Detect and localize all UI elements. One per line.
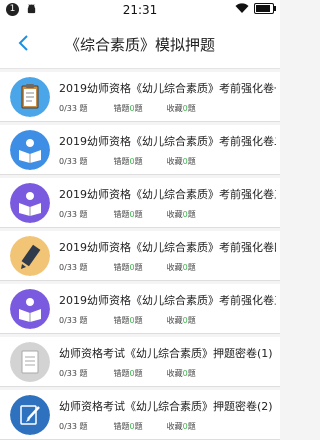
- exam-title: 幼师资格考试《幼儿综合素质》押题密卷(1): [59, 347, 273, 360]
- exam-item[interactable]: 幼师资格考试《幼儿综合素质》押题密卷(1) 0/33 题错题0题 收藏0题: [0, 337, 280, 387]
- exam-item[interactable]: 2019幼师资格《幼儿综合素质》考前强化卷三 0/33 题错题0题 收藏0题: [0, 178, 280, 228]
- progress-count: 0/33: [59, 210, 77, 219]
- nav-bar: 《综合素质》模拟押题: [0, 20, 280, 69]
- exam-meta: 0/33 题错题0题 收藏0题: [59, 315, 196, 326]
- exam-title: 幼师资格考试《幼儿综合素质》押题密卷(2): [59, 400, 273, 413]
- wrong-suffix: 题: [134, 263, 143, 272]
- exam-list: 2019幼师资格《幼儿综合素质》考前强化卷一 0/33 题错题0题 收藏0题 2019…: [0, 69, 280, 440]
- fav-label: 收藏: [166, 104, 183, 113]
- exam-item[interactable]: 2019幼师资格《幼儿综合素质》考前强化卷五 0/33 题错题0题 收藏0题: [0, 284, 280, 334]
- wrong-label: 错题: [113, 369, 130, 378]
- wrong-suffix: 题: [134, 210, 143, 219]
- wrong-label: 错题: [113, 157, 130, 166]
- exam-title: 2019幼师资格《幼儿综合素质》考前强化卷四: [59, 241, 276, 254]
- wrong-label: 错题: [113, 104, 130, 113]
- wrong-label: 错题: [113, 263, 130, 272]
- exam-title: 2019幼师资格《幼儿综合素质》考前强化卷三: [59, 188, 276, 201]
- fav-label: 收藏: [166, 210, 183, 219]
- wifi-icon: [235, 3, 249, 13]
- exam-item[interactable]: 2019幼师资格《幼儿综合素质》考前强化卷二 0/33 题错题0题 收藏0题: [0, 125, 280, 175]
- pencil-icon: [10, 236, 50, 276]
- exam-item[interactable]: 2019幼师资格《幼儿综合素质》考前强化卷一 0/33 题错题0题 收藏0题: [0, 72, 280, 122]
- exam-item[interactable]: 2019幼师资格《幼儿综合素质》考前强化卷四 0/33 题错题0题 收藏0题: [0, 231, 280, 281]
- progress-suffix: 题: [79, 316, 88, 325]
- fav-suffix: 题: [187, 316, 196, 325]
- wrong-suffix: 题: [134, 157, 143, 166]
- exam-meta: 0/33 题错题0题 收藏0题: [59, 368, 196, 379]
- progress-count: 0/33: [59, 157, 77, 166]
- progress-count: 0/33: [59, 263, 77, 272]
- progress-suffix: 题: [79, 369, 88, 378]
- edit-icon: [10, 395, 50, 435]
- exam-meta: 0/33 题错题0题 收藏0题: [59, 103, 196, 114]
- reader-icon: [10, 183, 50, 223]
- exam-meta: 0/33 题错题0题 收藏0题: [59, 209, 196, 220]
- progress-suffix: 题: [79, 263, 88, 272]
- wrong-suffix: 题: [134, 369, 143, 378]
- battery-level: [256, 5, 271, 12]
- status-bar: 1 21:31: [0, 0, 280, 20]
- progress-count: 0/33: [59, 104, 77, 113]
- clipboard-icon: [10, 77, 50, 117]
- reader-icon: [10, 289, 50, 329]
- fav-label: 收藏: [166, 157, 183, 166]
- fav-suffix: 题: [187, 157, 196, 166]
- fav-suffix: 题: [187, 104, 196, 113]
- progress-suffix: 题: [79, 157, 88, 166]
- exam-title: 2019幼师资格《幼儿综合素质》考前强化卷二: [59, 135, 276, 148]
- progress-suffix: 题: [79, 104, 88, 113]
- document-icon: [10, 342, 50, 382]
- fav-suffix: 题: [187, 210, 196, 219]
- progress-count: 0/33: [59, 316, 77, 325]
- wrong-suffix: 题: [134, 316, 143, 325]
- fav-suffix: 题: [187, 263, 196, 272]
- wrong-label: 错题: [113, 210, 130, 219]
- exam-meta: 0/33 题错题0题 收藏0题: [59, 262, 196, 273]
- fav-label: 收藏: [166, 263, 183, 272]
- reader-icon: [10, 130, 50, 170]
- exam-item[interactable]: 幼师资格考试《幼儿综合素质》押题密卷(2) 0/33 题错题0题 收藏0题: [0, 390, 280, 440]
- fav-label: 收藏: [166, 369, 183, 378]
- exam-meta: 0/33 题错题0题 收藏0题: [59, 156, 196, 167]
- exam-title: 2019幼师资格《幼儿综合素质》考前强化卷五: [59, 294, 276, 307]
- page-title: 《综合素质》模拟押题: [64, 36, 215, 54]
- progress-count: 0/33: [59, 369, 77, 378]
- wrong-label: 错题: [113, 316, 130, 325]
- fav-suffix: 题: [187, 369, 196, 378]
- wrong-suffix: 题: [134, 104, 143, 113]
- exam-title: 2019幼师资格《幼儿综合素质》考前强化卷一: [59, 82, 276, 95]
- battery-icon: [254, 3, 276, 14]
- progress-suffix: 题: [79, 210, 88, 219]
- fav-label: 收藏: [166, 316, 183, 325]
